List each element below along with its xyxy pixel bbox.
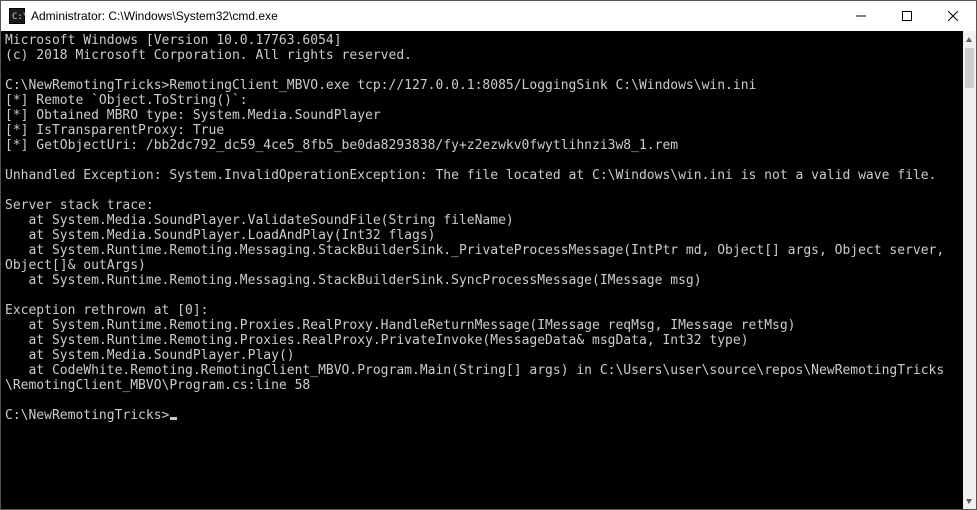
minimize-button[interactable] (838, 1, 884, 31)
cmd-icon: C:\ (9, 8, 25, 24)
scroll-up-button[interactable] (963, 31, 976, 48)
scrollbar-thumb[interactable] (965, 48, 974, 88)
scrollbar-track[interactable] (963, 48, 976, 492)
text-cursor (170, 417, 177, 420)
maximize-button[interactable] (884, 1, 930, 31)
console-output[interactable]: Microsoft Windows [Version 10.0.17763.60… (1, 31, 963, 509)
titlebar-left: C:\ Administrator: C:\Windows\System32\c… (1, 8, 278, 24)
cmd-window: C:\ Administrator: C:\Windows\System32\c… (0, 0, 977, 510)
svg-text:C:\: C:\ (12, 12, 25, 22)
window-controls (838, 1, 976, 31)
console-area: Microsoft Windows [Version 10.0.17763.60… (1, 31, 976, 509)
scroll-down-button[interactable] (963, 492, 976, 509)
close-button[interactable] (930, 1, 976, 31)
vertical-scrollbar[interactable] (963, 31, 976, 509)
window-title: Administrator: C:\Windows\System32\cmd.e… (31, 9, 278, 23)
titlebar[interactable]: C:\ Administrator: C:\Windows\System32\c… (1, 1, 976, 31)
